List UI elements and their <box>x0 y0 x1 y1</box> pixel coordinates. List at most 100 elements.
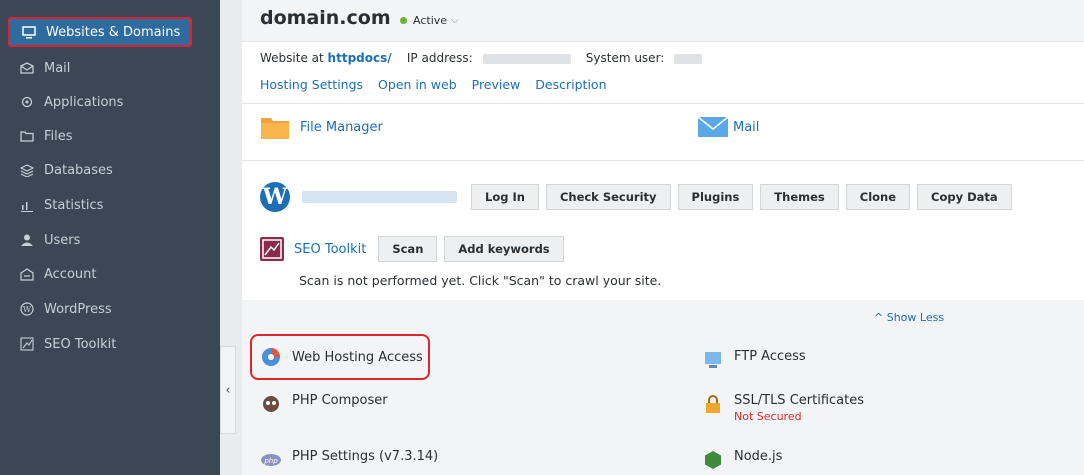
status-dot-icon <box>400 17 407 24</box>
sidebar-item-label: Files <box>44 128 73 144</box>
wp-themes-button[interactable]: Themes <box>760 184 839 210</box>
seo-scan-button[interactable]: Scan <box>378 236 438 262</box>
plesk-panel: Websites & Domains Mail Applications Fil… <box>0 0 1084 475</box>
seo-toolkit-icon <box>18 335 36 353</box>
ip-label: IP address: <box>406 51 473 65</box>
wordpress-site-name-redacted <box>302 191 457 203</box>
ftp-access-tool[interactable]: FTP Access <box>702 349 806 371</box>
folder-icon <box>260 114 290 140</box>
svg-text:php: php <box>263 457 278 465</box>
ip-address-redacted <box>482 53 571 64</box>
svg-text:W: W <box>23 305 32 314</box>
sidebar-item-label: Account <box>44 266 97 282</box>
website-at-label: Website at <box>260 51 324 65</box>
monitor-icon <box>20 23 38 41</box>
wp-clone-button[interactable]: Clone <box>845 184 911 210</box>
sidebar-item-label: Users <box>44 232 81 248</box>
preview-link[interactable]: Preview <box>472 77 521 92</box>
chevron-left-icon: ‹ <box>225 382 231 398</box>
gear-icon <box>18 93 36 111</box>
ssl-status-badge: Not Secured <box>734 410 802 423</box>
system-user-redacted <box>674 53 703 64</box>
php-icon: php <box>260 449 282 471</box>
ssl-certificates-tool[interactable]: SSL/TLS Certificates Not Secured <box>702 393 864 423</box>
nodejs-label: Node.js <box>734 449 783 464</box>
mail-label: Mail <box>733 119 760 135</box>
sidebar-item-account[interactable]: Account <box>8 259 192 289</box>
user-icon <box>18 231 36 249</box>
show-less-toggle[interactable]: ^ Show Less <box>874 311 944 324</box>
status-label: Active <box>413 14 448 27</box>
description-link[interactable]: Description <box>535 77 606 92</box>
mail-tool[interactable]: Mail <box>697 116 759 138</box>
file-manager-tool[interactable]: File Manager <box>260 114 383 140</box>
database-icon <box>18 161 36 179</box>
seo-toolkit-row: SEO Toolkit Scan Add keywords <box>260 236 571 262</box>
seo-add-keywords-button[interactable]: Add keywords <box>444 236 564 262</box>
sidebar-item-label: WordPress <box>44 301 112 317</box>
docroot-link[interactable]: httpdocs/ <box>328 51 392 65</box>
sidebar-item-applications[interactable]: Applications <box>8 87 192 117</box>
sidebar-item-statistics[interactable]: Statistics <box>8 190 192 220</box>
sidebar-item-label: Applications <box>44 94 124 110</box>
sidebar-item-seo-toolkit[interactable]: SEO Toolkit <box>8 329 192 359</box>
wordpress-icon: W <box>18 300 36 318</box>
main-panel: domain.com Active ⌵ Website at httpdocs/… <box>242 0 1084 475</box>
divider <box>242 103 1084 104</box>
wp-check-security-button[interactable]: Check Security <box>545 184 671 210</box>
ftp-icon <box>702 349 724 371</box>
website-links: Hosting Settings Open in web Preview Des… <box>260 77 607 92</box>
wp-copy-data-button[interactable]: Copy Data <box>917 184 1012 210</box>
sidebar-item-users[interactable]: Users <box>8 225 192 255</box>
php-settings-label: PHP Settings (v7.3.14) <box>292 449 439 464</box>
show-less-label: Show Less <box>886 311 945 324</box>
php-composer-icon <box>260 393 282 415</box>
sidebar-collapse-toggle[interactable]: ‹ <box>220 346 236 434</box>
wp-plugins-button[interactable]: Plugins <box>677 184 754 210</box>
folder-icon <box>18 127 36 145</box>
sidebar-item-label: Websites & Domains <box>46 24 181 40</box>
wordpress-icon: W <box>260 182 290 212</box>
system-user-label: System user: <box>585 51 665 65</box>
wp-login-button[interactable]: Log In <box>471 184 539 210</box>
seo-scan-message: Scan is not performed yet. Click "Scan" … <box>299 273 662 288</box>
chevron-up-icon: ^ <box>874 311 887 324</box>
sidebar-item-label: Databases <box>44 162 113 178</box>
sidebar-item-websites-domains[interactable]: Websites & Domains <box>8 17 192 47</box>
sidebar-item-mail[interactable]: Mail <box>8 53 192 83</box>
seo-toolkit-icon <box>260 237 284 261</box>
php-composer-tool[interactable]: PHP Composer <box>260 393 388 415</box>
domain-header: domain.com Active ⌵ <box>242 0 1084 42</box>
ftp-access-label: FTP Access <box>734 349 806 364</box>
sidebar-item-files[interactable]: Files <box>8 121 192 151</box>
account-icon <box>18 265 36 283</box>
status-dropdown[interactable]: Active ⌵ <box>400 14 459 27</box>
php-settings-tool[interactable]: php PHP Settings (v7.3.14) <box>260 449 438 471</box>
sidebar-item-label: Mail <box>44 60 71 76</box>
hosting-settings-link[interactable]: Hosting Settings <box>260 77 363 92</box>
mail-icon <box>18 59 36 77</box>
sidebar-item-label: SEO Toolkit <box>44 336 117 352</box>
nodejs-icon <box>702 449 724 471</box>
web-hosting-access-tool[interactable]: Web Hosting Access <box>250 334 430 380</box>
sidebar-item-databases[interactable]: Databases <box>8 155 192 185</box>
bar-chart-icon <box>18 196 36 214</box>
php-composer-label: PHP Composer <box>292 393 388 408</box>
divider <box>242 160 1084 161</box>
ssl-label: SSL/TLS Certificates <box>734 393 864 408</box>
web-hosting-access-label: Web Hosting Access <box>292 349 423 365</box>
chevron-down-icon: ⌵ <box>451 15 459 26</box>
nodejs-tool[interactable]: Node.js <box>702 449 782 471</box>
sidebar-item-label: Statistics <box>44 197 104 213</box>
sidebar: Websites & Domains Mail Applications Fil… <box>0 0 220 475</box>
file-manager-label: File Manager <box>300 119 383 135</box>
open-in-web-link[interactable]: Open in web <box>378 77 457 92</box>
website-info: Website at httpdocs/ IP address: System … <box>260 51 703 65</box>
web-hosting-access-icon <box>260 346 282 368</box>
lock-icon <box>702 393 724 415</box>
envelope-icon <box>697 116 729 138</box>
domain-title: domain.com <box>260 7 391 29</box>
sidebar-item-wordpress[interactable]: W WordPress <box>8 294 192 324</box>
wordpress-toolbar: W Log In Check Security Plugins Themes C… <box>260 180 1060 214</box>
seo-toolkit-link[interactable]: SEO Toolkit <box>294 242 366 257</box>
